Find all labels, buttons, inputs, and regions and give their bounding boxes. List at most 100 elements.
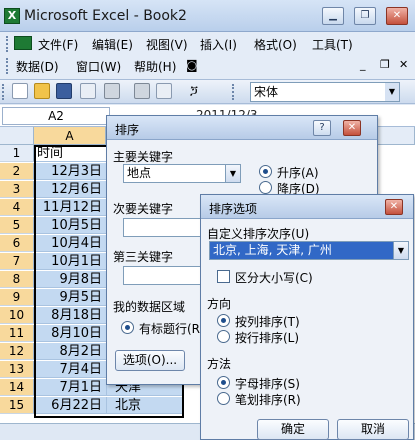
custom-order-label: 自定义排序次序(U) [207,227,310,241]
cell-a[interactable]: 7月1日 [34,379,106,396]
menu-help[interactable]: 帮助(H) [134,58,176,75]
select-all-corner[interactable] [0,127,34,145]
menu-window[interactable]: 窗口(W) [76,58,121,75]
close-button[interactable]: ✕ [386,7,408,25]
by-column-radio[interactable] [217,314,230,327]
doc-restore-button[interactable]: ❐ [380,58,390,71]
ascending-radio[interactable] [259,165,272,178]
by-letter-radio[interactable] [217,376,230,389]
case-sensitive-checkbox[interactable] [217,270,230,283]
row-header[interactable]: 13 [0,361,34,378]
open-icon[interactable] [34,83,50,99]
cell-a[interactable]: 9月8日 [34,271,106,288]
menu-view[interactable]: 视图(V) [146,36,188,53]
name-box[interactable]: A2 [2,107,110,125]
tertiary-key-label: 第三关键字 [113,250,174,264]
toolbar-grip-icon[interactable] [2,84,5,100]
menu-data[interactable]: 数据(D) [16,58,59,75]
cell-a[interactable]: 10月5日 [34,217,106,234]
row-header[interactable]: 11 [0,325,34,342]
by-row-radio[interactable] [217,330,230,343]
options-button[interactable]: 选项(O)... [115,350,185,371]
by-stroke-radio[interactable] [217,392,230,405]
cancel-button[interactable]: 取消 [337,419,409,440]
camera-icon[interactable]: ◙ [186,58,198,72]
toolbar-grip-icon[interactable] [6,36,9,52]
row-header[interactable]: 9 [0,289,34,306]
method-label: 方法 [207,357,232,371]
cell-a[interactable]: 12月3日 [34,163,106,180]
row-header[interactable]: 6 [0,235,34,252]
custom-order-combo[interactable]: 北京, 上海, 天津, 广州 ▼ [209,241,409,260]
menu-insert[interactable]: 插入(I) [200,36,237,53]
sort-close-button[interactable]: ✕ [343,120,361,136]
by-column-label: 按列排序(T) [235,315,300,329]
options-close-button[interactable]: ✕ [385,199,403,215]
cell-a[interactable]: 11月12日 [34,199,106,216]
excel-icon: X [4,8,20,24]
row-header[interactable]: 10 [0,307,34,324]
primary-key-value: 地点 [127,166,152,180]
save-icon[interactable] [56,83,72,99]
workbook-icon[interactable] [14,36,32,50]
cell-b[interactable]: 北京 [106,397,182,414]
row-header[interactable]: 3 [0,181,34,198]
menu-format[interactable]: 格式(O) [254,36,297,53]
row-header[interactable]: 14 [0,379,34,396]
row-header[interactable]: 8 [0,271,34,288]
font-name-value: 宋体 [254,85,279,99]
sort-options-dialog: 排序选项 ✕ 自定义排序次序(U) 北京, 上海, 天津, 广州 ▼ 区分大小写… [200,194,414,440]
ok-button[interactable]: 确定 [257,419,329,440]
research-icon[interactable]: ጛ [186,83,202,99]
header-row-label: 有标题行(R) [139,322,205,336]
spelling-icon[interactable] [156,83,172,99]
menu-file[interactable]: 文件(F) [38,36,78,53]
row-header[interactable]: 7 [0,253,34,270]
column-header-a[interactable]: A [34,127,106,145]
cell-a[interactable]: 8月18日 [34,307,106,324]
chevron-down-icon[interactable]: ▼ [393,242,408,259]
print-icon[interactable] [104,83,120,99]
primary-key-combo[interactable]: 地点 ▼ [123,164,241,183]
direction-label: 方向 [207,297,232,311]
row-header[interactable]: 15 [0,397,34,414]
primary-key-label: 主要关键字 [113,150,174,164]
help-button[interactable]: ? [313,120,331,136]
menu-tools[interactable]: 工具(T) [312,36,353,53]
cell-a[interactable]: 12月6日 [34,181,106,198]
cell-a[interactable]: 10月1日 [34,253,106,270]
new-icon[interactable] [12,83,28,99]
row-header[interactable]: 2 [0,163,34,180]
row-header[interactable]: 1 [0,145,34,162]
doc-minimize-button[interactable]: _ [360,58,366,71]
cell-a[interactable]: 6月22日 [34,397,106,414]
print-preview-icon[interactable] [134,83,150,99]
descending-radio[interactable] [259,181,272,194]
cell-a[interactable]: 7月4日 [34,361,106,378]
toolbar-grip-icon[interactable] [6,58,9,74]
sort-dialog-titlebar: 排序 ? ✕ [107,116,377,140]
cell-a[interactable]: 8月10日 [34,325,106,342]
cell-a[interactable]: 时间 [34,145,106,162]
case-sensitive-label: 区分大小写(C) [235,271,313,285]
cell-a[interactable]: 8月2日 [34,343,106,360]
row-header[interactable]: 12 [0,343,34,360]
toolbar-grip-icon[interactable] [232,84,235,100]
maximize-button[interactable]: ❐ [354,7,376,25]
permission-icon[interactable] [80,83,96,99]
cell-a[interactable]: 10月4日 [34,235,106,252]
row-header[interactable]: 4 [0,199,34,216]
by-row-label: 按行排序(L) [235,331,300,345]
doc-close-button[interactable]: ✕ [399,58,408,71]
by-stroke-label: 笔划排序(R) [235,393,301,407]
font-name-combo[interactable]: 宋体 ▼ [250,82,400,102]
row-header[interactable]: 5 [0,217,34,234]
chevron-down-icon[interactable]: ▼ [225,165,240,182]
minimize-button[interactable]: ▁ [322,7,344,25]
chevron-down-icon[interactable]: ▼ [385,83,399,101]
sort-options-title: 排序选项 [209,202,258,216]
menu-edit[interactable]: 编辑(E) [92,36,133,53]
cell-a[interactable]: 9月5日 [34,289,106,306]
header-row-radio[interactable] [121,321,134,334]
window-title: Microsoft Excel - Book2 [24,8,187,24]
